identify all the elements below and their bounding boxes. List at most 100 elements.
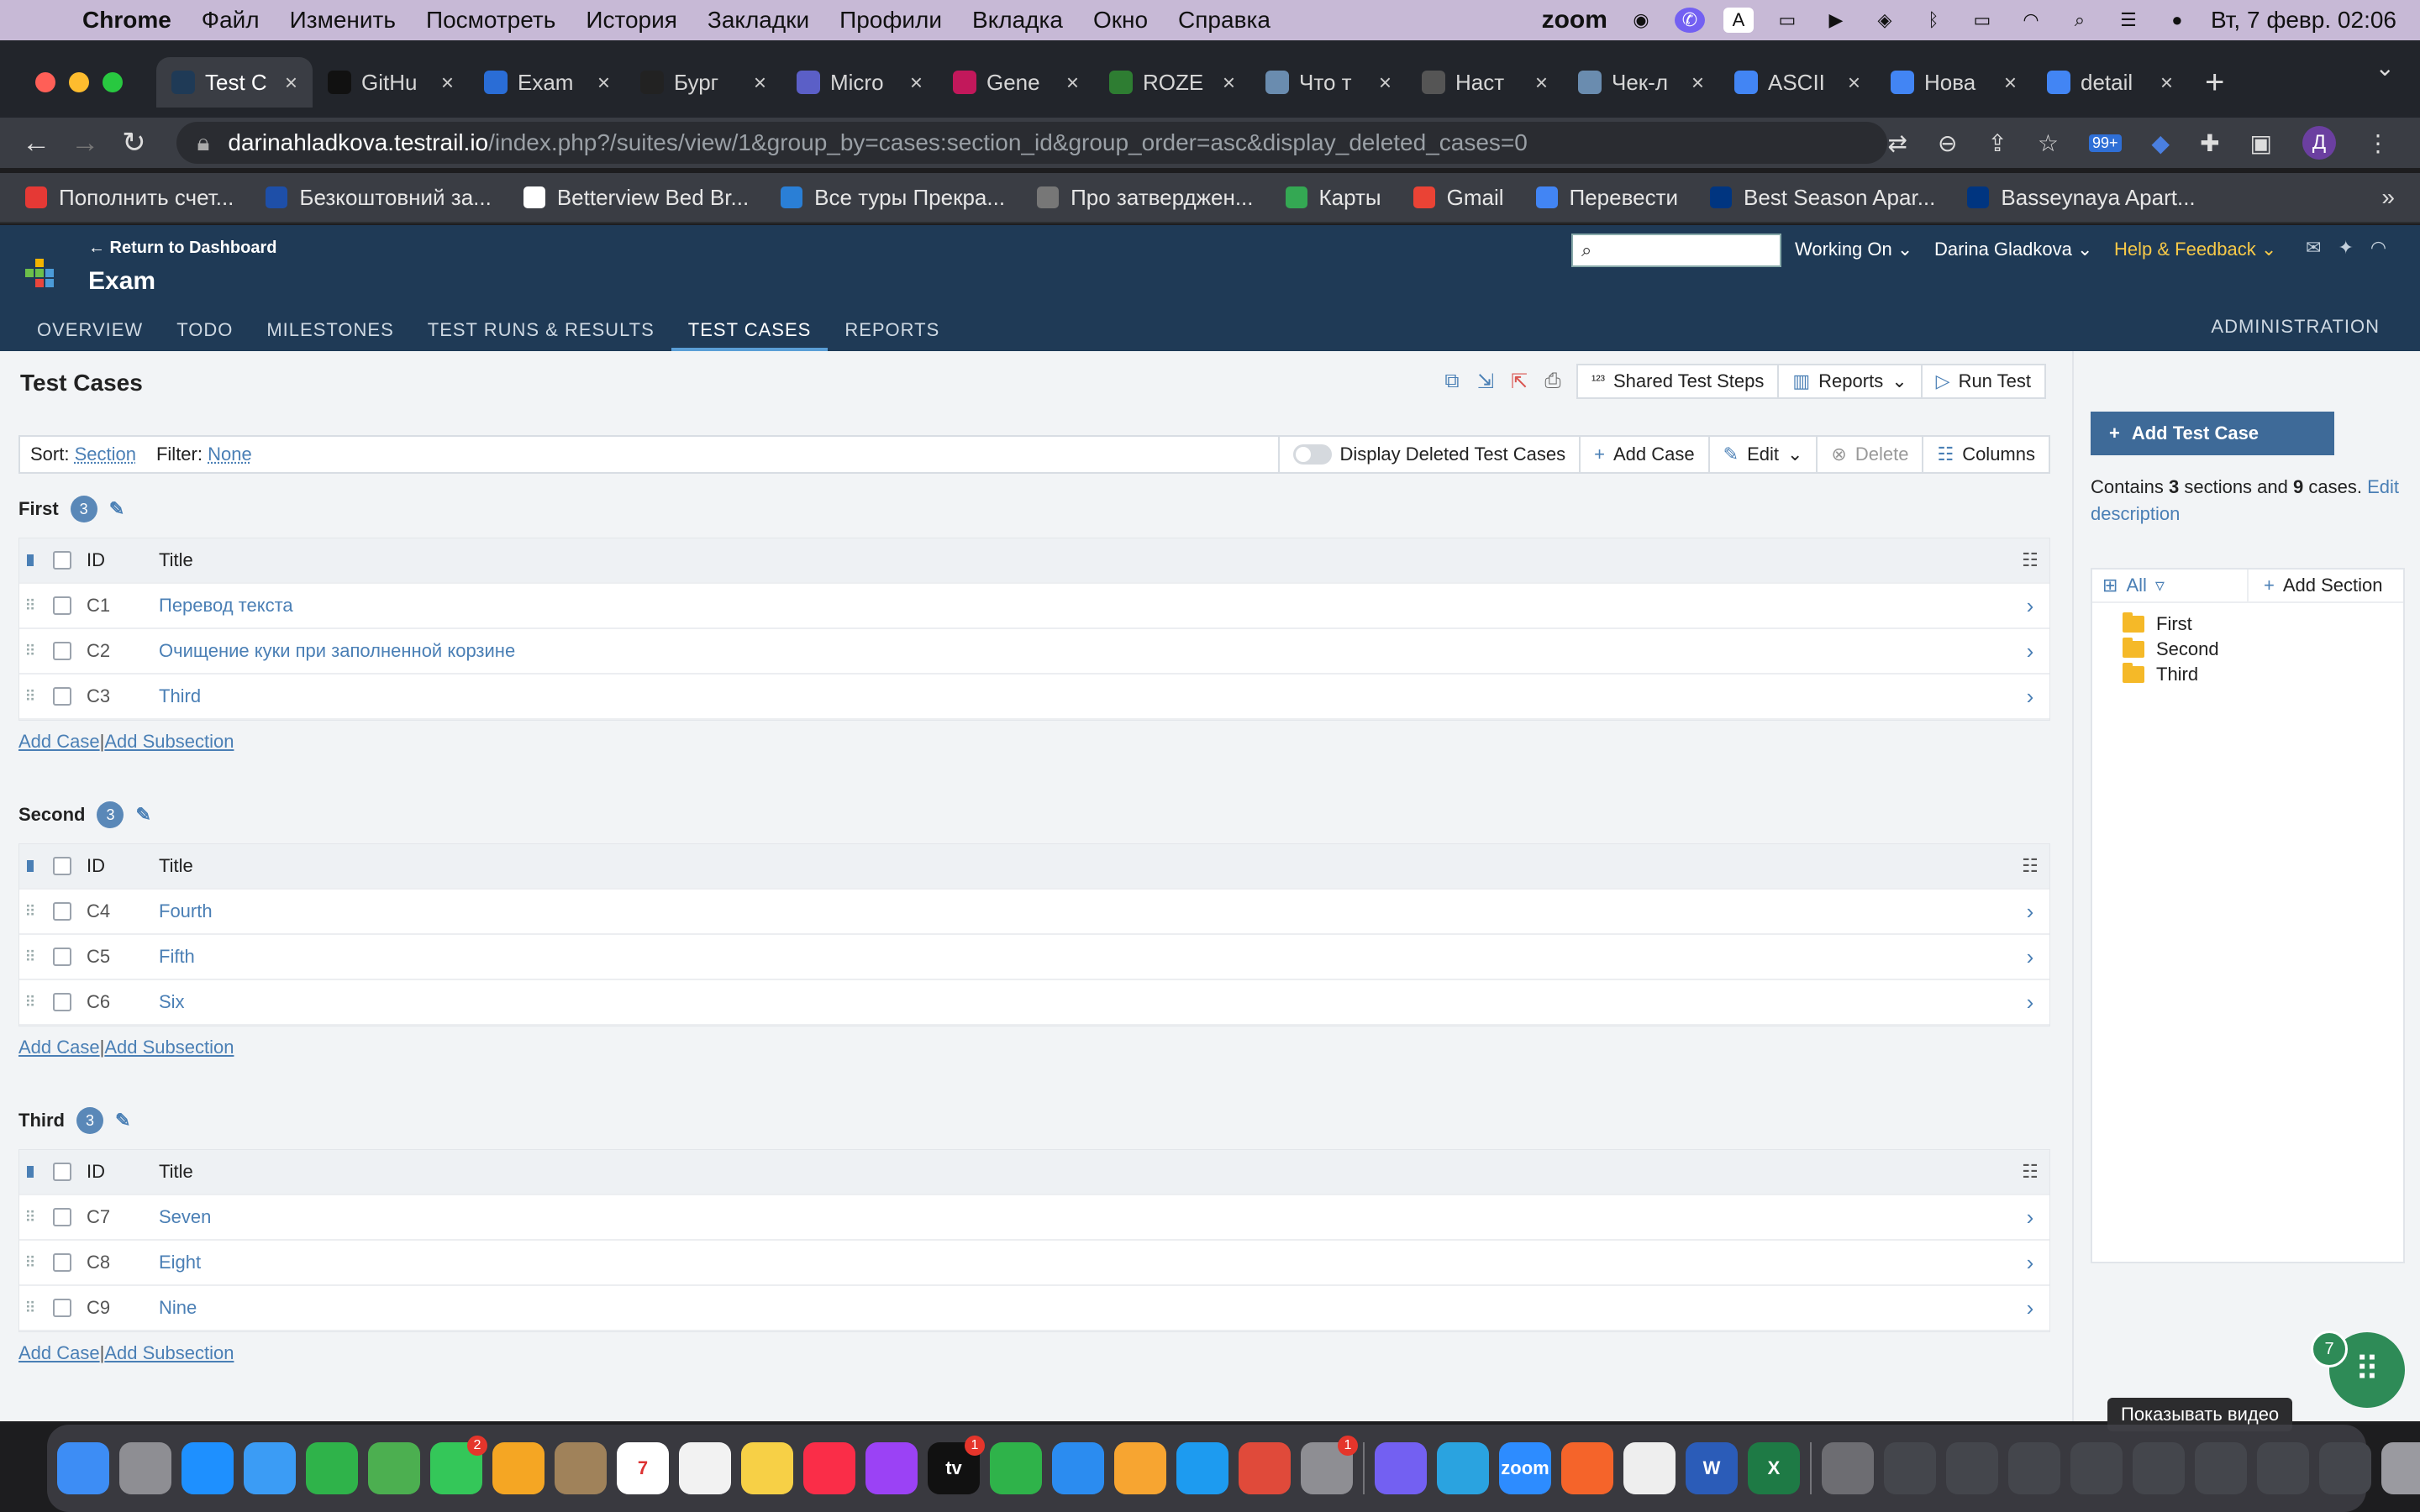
case-checkbox[interactable]	[53, 1208, 71, 1226]
bookmark-star-icon[interactable]: ☆	[2038, 129, 2059, 157]
menu-item-bookmarks[interactable]: Закладки	[708, 7, 809, 34]
dock-facetime-icon[interactable]	[306, 1442, 358, 1494]
tab-close-icon[interactable]: ×	[597, 70, 610, 96]
column-header-id[interactable]: ID	[71, 855, 159, 877]
back-button[interactable]: ←	[12, 127, 60, 160]
browser-tab[interactable]: detail ×	[2032, 57, 2188, 108]
chevron-right-icon[interactable]: ›	[2011, 684, 2049, 710]
dock-window-7-icon[interactable]	[2257, 1442, 2309, 1494]
bookmark-item[interactable]: Betterview Bed Br...	[523, 185, 749, 211]
browser-tab[interactable]: Что т ×	[1250, 57, 1407, 108]
edit-dropdown-button[interactable]: ✎ Edit ⌄	[1707, 437, 1817, 472]
case-title-link[interactable]: Перевод текста	[159, 595, 2011, 617]
add-case-link[interactable]: Add Case	[18, 1342, 100, 1363]
tree-filter-all[interactable]: ⊞ All ▿	[2092, 570, 2249, 601]
browser-tab[interactable]: Gene ×	[938, 57, 1094, 108]
airplay-icon[interactable]: ◈	[1870, 8, 1900, 33]
tab-close-icon[interactable]: ×	[441, 70, 454, 96]
more-bookmarks-icon[interactable]: »	[2381, 184, 2395, 211]
table-row[interactable]: ⠿ C9 Nine ›	[19, 1286, 2049, 1331]
dock-window-6-icon[interactable]	[2195, 1442, 2247, 1494]
column-settings-icon[interactable]: ☷	[2011, 1161, 2049, 1183]
dock-window-1-icon[interactable]	[1884, 1442, 1936, 1494]
minimize-window-button[interactable]	[69, 72, 89, 92]
drag-handle-icon[interactable]: ⠿	[19, 597, 41, 615]
tab-close-icon[interactable]: ×	[2004, 70, 2017, 96]
print-icon[interactable]: ⎙	[1536, 365, 1570, 398]
car-icon[interactable]: ▭	[1772, 8, 1802, 33]
column-header-title[interactable]: Title	[159, 549, 2011, 571]
dock-trash-icon[interactable]	[2381, 1442, 2420, 1494]
bookmark-item[interactable]: Перевести	[1535, 185, 1678, 211]
copy-icon[interactable]: ⧉	[1435, 365, 1469, 398]
bookmark-item[interactable]: Best Season Apar...	[1710, 185, 1935, 211]
add-subsection-link[interactable]: Add Subsection	[104, 731, 234, 752]
add-section-button[interactable]: + Add Section	[2249, 575, 2383, 596]
bookmark-item[interactable]: Про затверджен...	[1037, 185, 1254, 211]
browser-tab[interactable]: Test C ×	[156, 57, 313, 108]
share-icon[interactable]: ⇪	[1987, 129, 2007, 157]
browser-tab[interactable]: Micro ×	[781, 57, 938, 108]
extension-icon[interactable]: ◆	[2152, 129, 2170, 157]
profile-avatar[interactable]: Д	[2302, 126, 2337, 160]
dock-excel-icon[interactable]: X	[1748, 1442, 1800, 1494]
filter-value-link[interactable]: None	[208, 444, 252, 465]
dock-podcasts-icon[interactable]	[865, 1442, 918, 1494]
table-row[interactable]: ⠿ C1 Перевод текста ›	[19, 584, 2049, 629]
help-feedback-dropdown[interactable]: Help & Feedback ⌄	[2114, 239, 2276, 260]
zoom-lens-icon[interactable]: ⊖	[1938, 129, 1957, 157]
case-title-link[interactable]: Third	[159, 685, 2011, 707]
tree-node[interactable]: First	[2092, 612, 2403, 637]
dock-window-5-icon[interactable]	[2133, 1442, 2185, 1494]
chevron-right-icon[interactable]: ›	[2011, 990, 2049, 1016]
forward-button[interactable]: →	[60, 127, 109, 160]
translate-icon[interactable]: ⇄	[1887, 129, 1907, 157]
chevron-right-icon[interactable]: ›	[2011, 944, 2049, 970]
tab-close-icon[interactable]: ×	[754, 70, 766, 96]
run-test-button[interactable]: ▷ Run Test	[1920, 364, 2046, 399]
case-title-link[interactable]: Eight	[159, 1252, 2011, 1273]
delete-button[interactable]: ⊗ Delete	[1816, 437, 1922, 472]
table-row[interactable]: ⠿ C4 Fourth ›	[19, 890, 2049, 935]
tab-close-icon[interactable]: ×	[1848, 70, 1860, 96]
case-checkbox[interactable]	[53, 687, 71, 706]
case-checkbox[interactable]	[53, 902, 71, 921]
dock-telegram-icon[interactable]	[1437, 1442, 1489, 1494]
administration-link[interactable]: ADMINISTRATION	[2211, 316, 2380, 338]
clock[interactable]: Вт, 7 февр. 02:06	[2211, 7, 2396, 34]
drag-handle-icon[interactable]: ⠿	[19, 1209, 41, 1226]
table-row[interactable]: ⠿ C8 Eight ›	[19, 1241, 2049, 1286]
drag-handle-icon[interactable]: ⠿	[19, 1254, 41, 1272]
chevron-right-icon[interactable]: ›	[2011, 1250, 2049, 1276]
siri-icon[interactable]: ●	[2162, 8, 2192, 33]
case-title-link[interactable]: Nine	[159, 1297, 2011, 1319]
table-row[interactable]: ⠿ C5 Fifth ›	[19, 935, 2049, 980]
column-header-title[interactable]: Title	[159, 855, 2011, 877]
working-on-dropdown[interactable]: Working On ⌄	[1795, 239, 1912, 260]
user-menu-dropdown[interactable]: Darina Gladkova ⌄	[1934, 239, 2092, 260]
menu-item-history[interactable]: История	[586, 7, 677, 34]
bookmark-item[interactable]: Все туры Прекра...	[781, 185, 1005, 211]
spotlight-icon[interactable]: ⌕	[2065, 8, 2095, 33]
browser-tab[interactable]: ASCII ×	[1719, 57, 1876, 108]
bookmark-item[interactable]: Gmail	[1413, 185, 1504, 211]
dock-numbers-icon[interactable]	[990, 1442, 1042, 1494]
nav-tab-reports[interactable]: REPORTS	[828, 316, 956, 351]
menu-item-help[interactable]: Справка	[1178, 7, 1270, 34]
menu-item-profiles[interactable]: Профили	[839, 7, 942, 34]
tab-close-icon[interactable]: ×	[1535, 70, 1548, 96]
tree-node[interactable]: Second	[2092, 637, 2403, 662]
menu-app-name[interactable]: Chrome	[82, 7, 171, 34]
dock-textedit-icon[interactable]	[1623, 1442, 1676, 1494]
select-all-checkbox[interactable]	[53, 551, 71, 570]
nav-tab-test-cases[interactable]: TEST CASES	[671, 316, 829, 351]
close-window-button[interactable]	[35, 72, 55, 92]
columns-button[interactable]: ☷ Columns	[1922, 437, 2049, 472]
dock-photos-icon[interactable]	[492, 1442, 544, 1494]
dock-contacts-icon[interactable]	[555, 1442, 607, 1494]
dock-notes-icon[interactable]	[741, 1442, 793, 1494]
tab-close-icon[interactable]: ×	[1223, 70, 1235, 96]
case-title-link[interactable]: Очищение куки при заполненной корзине	[159, 640, 2011, 662]
browser-tab[interactable]: Бург ×	[625, 57, 781, 108]
add-case-button[interactable]: + Add Case	[1579, 437, 1707, 472]
